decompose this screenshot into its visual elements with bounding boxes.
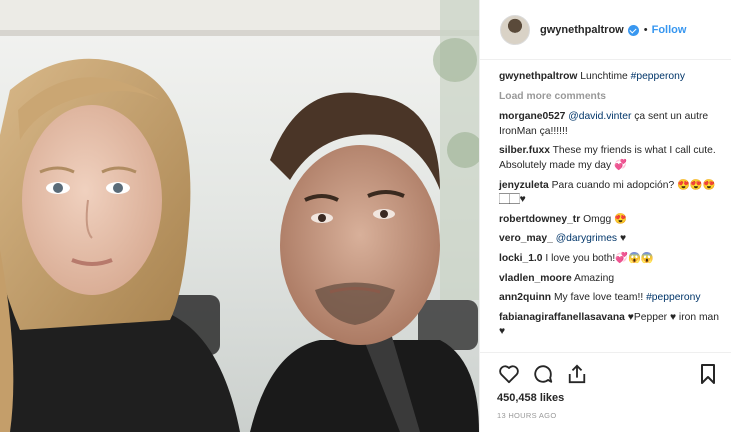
- comment-username[interactable]: fabianagiraffanellasavana: [499, 312, 625, 323]
- comment-text: My fave love team!!: [553, 292, 647, 304]
- comment-username[interactable]: vero_may_: [499, 233, 553, 244]
- post-header: gwynethpaltrow • Follow: [480, 0, 731, 60]
- avatar[interactable]: [500, 14, 530, 45]
- comment-item: vladlen_moore Amazing: [499, 272, 720, 287]
- post-side-panel: gwynethpaltrow • Follow gwynethpaltrow L…: [479, 0, 731, 432]
- comment-username[interactable]: robertdowney_tr: [499, 214, 580, 225]
- comment-icon[interactable]: [531, 362, 555, 386]
- comment-username[interactable]: ann2quinn: [499, 292, 551, 303]
- share-icon[interactable]: [565, 362, 589, 386]
- follow-button[interactable]: Follow: [652, 24, 687, 36]
- comment-item: fabianagiraffanellasavana ♥Pepper ♥ iron…: [499, 311, 720, 340]
- comment-mention[interactable]: @david.vinter: [568, 111, 631, 122]
- caption: gwynethpaltrow Lunchtime #pepperony: [499, 70, 720, 85]
- verified-badge-icon: [627, 25, 639, 36]
- selfie-image: [0, 0, 479, 432]
- header-username[interactable]: gwynethpaltrow: [540, 24, 624, 36]
- caption-hashtag[interactable]: #pepperony: [631, 71, 685, 82]
- comment-item: locki_1.0 I love you both!💞😱😱: [499, 252, 720, 267]
- comment-username[interactable]: locki_1.0: [499, 253, 543, 264]
- comment-text: I love you both!💞😱😱: [545, 252, 654, 264]
- post-actions: 450,458 likes 13 HOURS AGO: [480, 352, 731, 432]
- comment-item: jenyzuleta Para cuando mi adopción? 😍😍😍🏻…: [499, 179, 720, 208]
- likes-count[interactable]: 450,458 likes: [497, 392, 720, 404]
- post-photo[interactable]: [0, 0, 479, 432]
- comment-hashtag[interactable]: #pepperony: [646, 292, 700, 303]
- heart-icon[interactable]: [497, 362, 521, 386]
- comment-item: robertdowney_tr Omgg 😍: [499, 213, 720, 228]
- comment-item: vero_may_ @darygrimes ♥: [499, 232, 720, 247]
- comment-item: silber.fuxx These my friends is what I c…: [499, 144, 720, 173]
- separator-dot: •: [643, 23, 648, 36]
- comment-username[interactable]: morgane0527: [499, 111, 565, 122]
- comment-item: morgane0527 @david.vinter ça sent un aut…: [499, 110, 720, 139]
- load-more-comments-button[interactable]: Load more comments: [499, 90, 720, 105]
- caption-text: Lunchtime: [580, 71, 631, 82]
- comments-list[interactable]: gwynethpaltrow Lunchtime #pepperony Load…: [480, 60, 731, 352]
- post-timestamp[interactable]: 13 HOURS AGO: [497, 411, 720, 420]
- comment-username[interactable]: jenyzuleta: [499, 180, 549, 191]
- action-icons-row: [497, 359, 720, 389]
- comment-username[interactable]: vladlen_moore: [499, 273, 572, 284]
- caption-username[interactable]: gwynethpaltrow: [499, 71, 577, 82]
- bookmark-icon[interactable]: [696, 362, 720, 386]
- comment-item: ann2quinn My fave love team!! #pepperony: [499, 291, 720, 306]
- comment-text: ♥: [617, 233, 627, 245]
- comment-username[interactable]: silber.fuxx: [499, 145, 550, 156]
- comment-mention[interactable]: @darygrimes: [556, 233, 617, 244]
- comment-text: Omgg 😍: [583, 213, 627, 225]
- comment-text: Amazing: [573, 272, 615, 284]
